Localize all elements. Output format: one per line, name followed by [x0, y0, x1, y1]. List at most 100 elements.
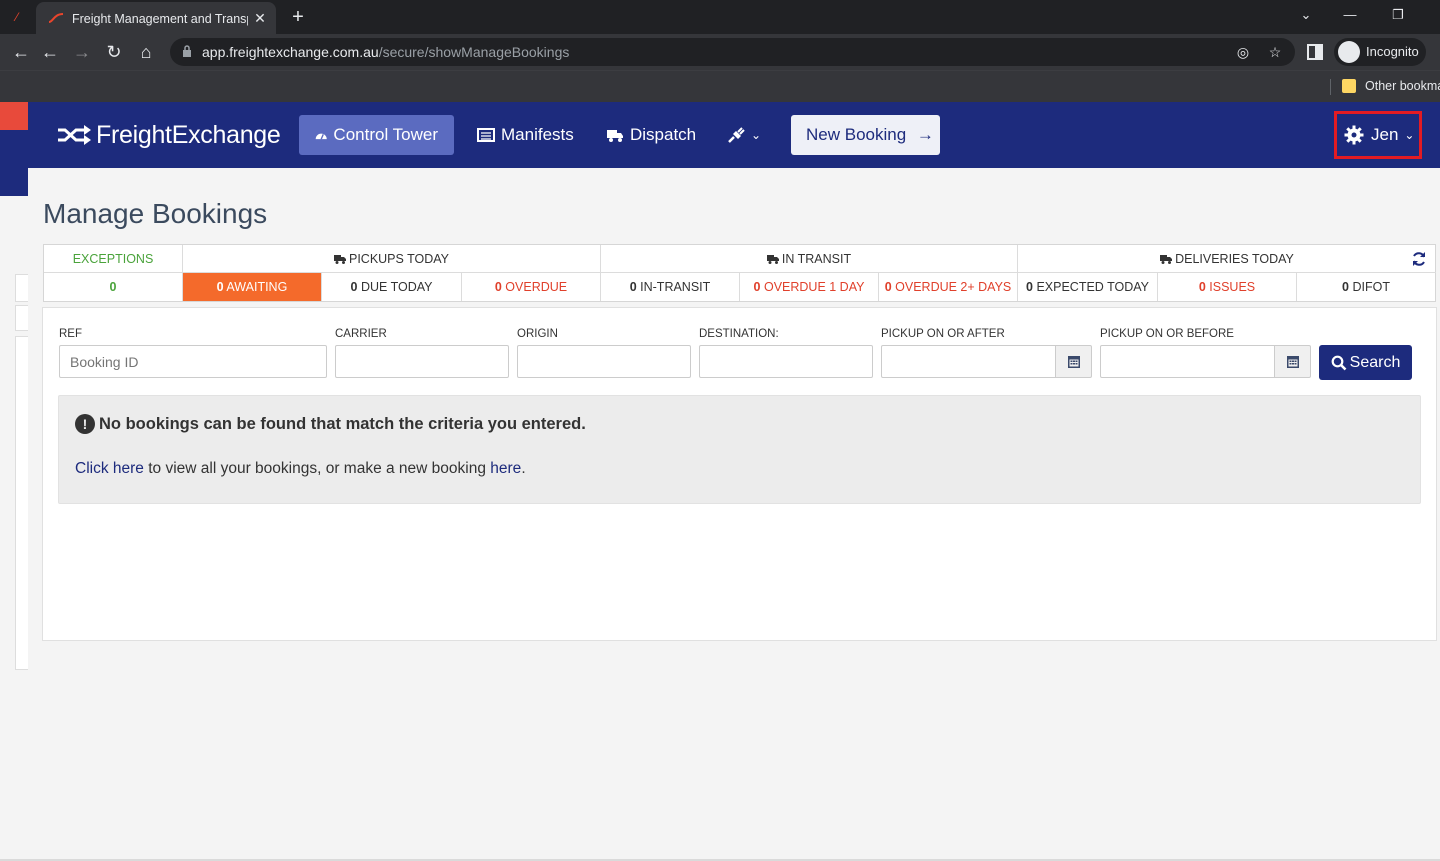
truck-icon [333, 255, 346, 264]
awaiting-count: 0 [216, 280, 224, 294]
alert-help-text: Click here to view all your bookings, or… [75, 460, 526, 478]
incognito-label: Incognito [1366, 44, 1419, 59]
overdue-label: OVERDUE [505, 280, 568, 294]
side-panel-icon[interactable] [1306, 43, 1324, 61]
overdue-2-days-count: 0 [884, 280, 892, 294]
forward-arrow-icon[interactable]: → [70, 40, 94, 64]
tab-title: Freight Management and Transport [72, 12, 248, 26]
overdue-2-days-cell[interactable]: 0 OVERDUE 2+ DAYS [879, 273, 1018, 301]
in-transit-count-label: IN-TRANSIT [640, 280, 711, 294]
minimize-icon[interactable]: — [1340, 5, 1360, 25]
exceptions-count[interactable]: 0 [44, 273, 183, 301]
pickup-before-calendar-button[interactable] [1274, 345, 1311, 378]
booking-stats-summary: EXCEPTIONS PICKUPS TODAY IN TRANSIT DELI… [43, 244, 1436, 302]
back-button-icon[interactable]: ← [38, 40, 62, 64]
awaiting-cell[interactable]: 0 AWAITING [183, 273, 322, 301]
ref-label: REF [59, 328, 82, 340]
pickups-today-header: PICKUPS TODAY [183, 245, 601, 273]
overdue-1-day-cell[interactable]: 0 OVERDUE 1 DAY [740, 273, 879, 301]
nav-dispatch[interactable]: Dispatch [590, 115, 712, 155]
destination-input[interactable] [699, 345, 873, 378]
search-button[interactable]: Search [1319, 345, 1412, 380]
folder-icon [1342, 79, 1356, 93]
origin-label: ORIGIN [517, 328, 558, 340]
brand-name: FreightExchange [96, 121, 281, 149]
chevron-down-icon: ⌄ [751, 128, 762, 142]
background-box [15, 274, 28, 302]
no-results-text: No bookings can be found that match the … [99, 414, 586, 433]
user-menu[interactable]: Jen ⌄ [1334, 111, 1422, 159]
home-icon[interactable]: ⌂ [134, 40, 158, 64]
tab-close-icon[interactable]: ✕ [252, 9, 268, 27]
refresh-icon[interactable] [1411, 251, 1427, 267]
difot-cell[interactable]: 0 DIFOT [1297, 273, 1435, 301]
nav-manifests[interactable]: Manifests [461, 115, 590, 155]
url-host: app.freightexchange.com.au [202, 44, 379, 60]
overdue-1-day-label: OVERDUE 1 DAY [763, 280, 865, 294]
eye-off-icon[interactable]: ◎ [1234, 43, 1252, 61]
pickups-today-label: PICKUPS TODAY [348, 252, 450, 266]
awaiting-label: AWAITING [226, 280, 288, 294]
pickup-after-input[interactable] [881, 345, 1056, 378]
browser-tab-bar: ⁄ Freight Management and Transport ✕ + ⌄… [0, 0, 1440, 34]
exceptions-label: EXCEPTIONS [72, 252, 154, 266]
dashboard-icon [315, 133, 327, 140]
due-today-cell[interactable]: 0 DUE TODAY [322, 273, 462, 301]
new-booking-link[interactable]: here [490, 460, 521, 477]
other-bookmarks[interactable]: Other bookmarks [1365, 77, 1440, 95]
deliveries-today-label: DELIVERIES TODAY [1175, 252, 1294, 266]
brand-logo[interactable]: FreightExchange [56, 119, 281, 151]
issues-cell[interactable]: 0 ISSUES [1158, 273, 1297, 301]
browser-toolbar: ← ← → ↻ ⌂ app.freightexchange.com.au/sec… [0, 34, 1440, 70]
calendar-icon [1287, 356, 1299, 368]
exceptions-header: EXCEPTIONS [44, 245, 183, 273]
plug-icon [728, 127, 745, 143]
carrier-input[interactable] [335, 345, 509, 378]
view-all-bookings-link[interactable]: Click here [75, 460, 144, 477]
nav-control-tower[interactable]: Control Tower [299, 115, 454, 155]
difot-label: DIFOT [1352, 280, 1390, 294]
due-today-count: 0 [350, 280, 358, 294]
overdue-2-days-label: OVERDUE 2+ DAYS [895, 280, 1012, 294]
pickup-before-input[interactable] [1100, 345, 1275, 378]
back-arrow-icon[interactable]: ← [9, 40, 33, 64]
destination-label: DESTINATION: [699, 328, 779, 340]
arrow-right-icon: → [916, 125, 934, 144]
user-name: Jen [1371, 125, 1399, 144]
truck-icon [766, 255, 779, 264]
list-icon [477, 128, 495, 142]
nav-control-tower-label: Control Tower [333, 125, 438, 144]
active-tab[interactable]: Freight Management and Transport ✕ [36, 2, 276, 34]
new-booking-button[interactable]: New Booking → [791, 115, 940, 155]
origin-input[interactable] [517, 345, 691, 378]
page-title: Manage Bookings [43, 198, 268, 229]
previous-tab[interactable]: ⁄ [0, 0, 30, 34]
incognito-badge[interactable]: Incognito [1334, 38, 1426, 66]
bookmarks-bar: Other bookmarks [0, 70, 1440, 102]
pickup-before-label: PICKUP ON OR BEFORE [1100, 328, 1234, 340]
expected-today-cell[interactable]: 0 EXPECTED TODAY [1018, 273, 1158, 301]
truck-icon [607, 130, 623, 142]
nav-dispatch-label: Dispatch [630, 125, 697, 144]
address-bar[interactable]: app.freightexchange.com.au/secure/showMa… [170, 38, 1295, 66]
nav-integrations-dropdown[interactable]: ⌄ [711, 115, 777, 155]
overdue-cell[interactable]: 0 OVERDUE [462, 273, 601, 301]
carrier-label: CARRIER [335, 328, 387, 340]
restore-icon[interactable]: ❐ [1388, 5, 1408, 25]
url-path: /secure/showManageBookings [378, 44, 570, 60]
tab-search-chevron-icon[interactable]: ⌄ [1296, 5, 1316, 25]
lock-icon [183, 45, 191, 57]
new-tab-button[interactable]: + [286, 5, 310, 29]
reload-icon[interactable]: ↻ [102, 40, 126, 64]
due-today-label: DUE TODAY [360, 280, 433, 294]
expected-today-count: 0 [1026, 280, 1033, 294]
background-panel [15, 336, 28, 670]
no-results-alert: ! No bookings can be found that match th… [58, 395, 1421, 504]
in-transit-cell[interactable]: 0 IN-TRANSIT [601, 273, 740, 301]
booking-id-input[interactable] [59, 345, 327, 378]
calendar-icon [1068, 356, 1080, 368]
star-icon[interactable]: ☆ [1266, 43, 1284, 61]
in-transit-count: 0 [629, 280, 637, 294]
pickup-after-calendar-button[interactable] [1055, 345, 1092, 378]
alert-middle-text: to view all your bookings, or make a new… [143, 460, 491, 477]
